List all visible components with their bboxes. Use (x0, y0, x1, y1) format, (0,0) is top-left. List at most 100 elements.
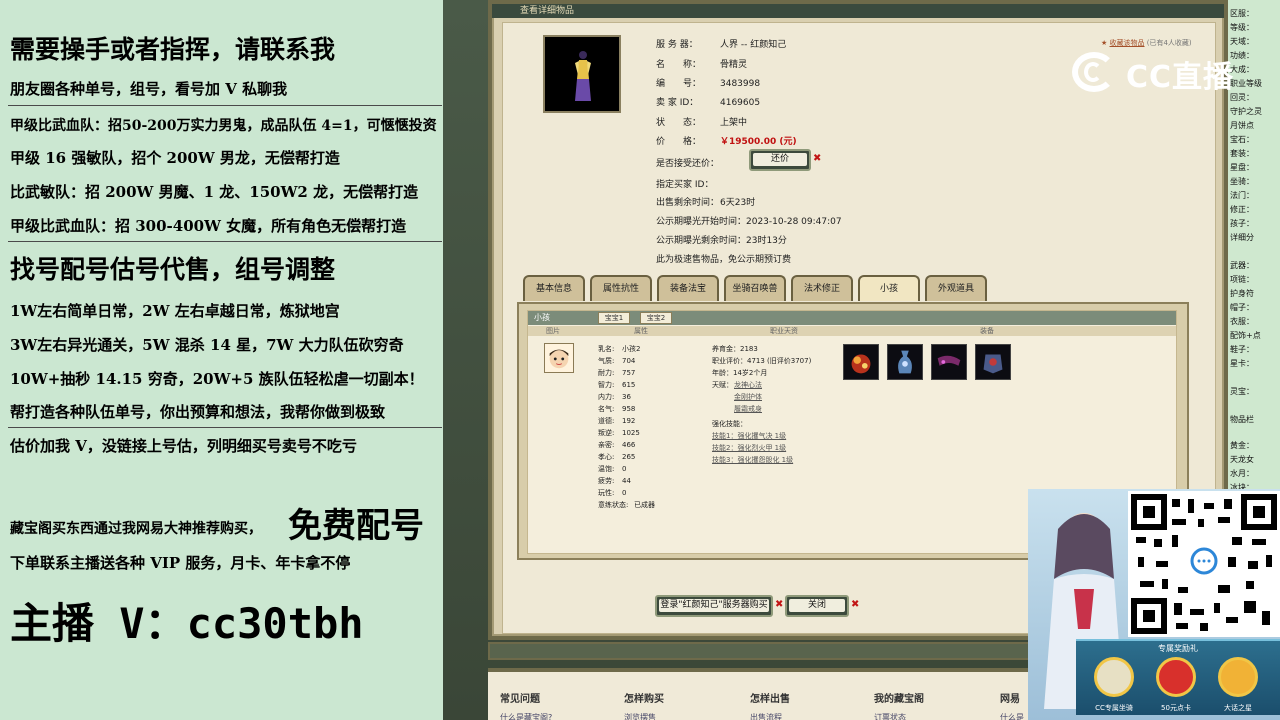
info-line: 甲级比武血队：招50-200万实力男鬼，成品队伍 4=1，可惬惬投资 (10, 118, 437, 134)
info-line: 藏宝阁买东西通过我网易大神推荐购买， (10, 521, 262, 537)
child-stat: 内力: 36 (598, 393, 631, 401)
child-stat: 孝心: 265 (598, 453, 636, 461)
info-seller: 卖 家 ID： 4169605 (656, 98, 761, 108)
sidebar-label: 区服： (1230, 9, 1254, 18)
tab-basic-info[interactable]: 基本信息 (523, 275, 585, 301)
divider (8, 105, 442, 106)
sidebar-label: 星卡： (1230, 359, 1254, 368)
child-stat: 智力: 615 (598, 381, 636, 389)
reward-star-icon (1218, 657, 1258, 697)
sidebar-label: 月饼点 (1230, 121, 1254, 130)
cc-live-logo: CC直播 (1072, 46, 1242, 95)
child-stat: 温饱: 0 (598, 465, 627, 473)
sidebar-label: 修正： (1230, 205, 1254, 214)
info-line: 估价加我 V，没链接上号估，列明细买号卖号不吃亏 (10, 437, 357, 455)
footer-link[interactable]: 什么是藏宝阁? (500, 712, 552, 720)
tab-appearance[interactable]: 外观道具 (925, 275, 987, 301)
info-line: 甲级 16 强敏队，招个 200W 男龙，无偿帮打造 (10, 149, 340, 167)
remain-time: 出售剩余时间：6天23时 (656, 198, 756, 208)
qr-code[interactable] (1128, 491, 1280, 637)
close-button[interactable]: 关闭 (785, 595, 849, 617)
sidebar-label: 帽子： (1230, 303, 1254, 312)
child-stat: 疲劳: 44 (598, 477, 631, 485)
headline-services: 找号配号估号代售，组号调整 (10, 255, 336, 284)
equipment-slot[interactable] (975, 344, 1011, 380)
streamer-info-panel: 需要操手或者指挥，请联系我 朋友圈各种单号，组号，看号加 V 私聊我 甲级比武血… (0, 0, 443, 720)
info-line: 帮打造各种队伍单号，你出预算和想法，我帮你做到极致 (10, 403, 386, 421)
counter-offer-button[interactable]: 还价 (749, 149, 811, 171)
child-stat: 玩性: 0 (598, 489, 627, 497)
child-career: 职业评价：4713 (旧评价3707) (712, 357, 812, 365)
child-portrait (544, 343, 574, 373)
item-avatar (543, 35, 621, 113)
info-line: 比武敏队：招 200W 男魔、1 龙、150W2 龙，无偿帮打造 (10, 183, 419, 201)
info-line: 3W左右异光通关，5W 混杀 14 星，7W 大力队伍砍穷奇 (10, 336, 404, 354)
equipment-slot[interactable] (887, 344, 923, 380)
info-line: 10W+抽秒 14.15 穷奇，20W+5 族队伍轻松虐一切副本！ (10, 370, 424, 388)
child-face-icon (549, 349, 569, 369)
equipment-slot[interactable] (843, 344, 879, 380)
talent-link[interactable]: 龙神心法 (734, 380, 762, 390)
equipment-flame-icon (851, 354, 871, 374)
footer-how-buy[interactable]: 怎样购买 (624, 690, 664, 705)
reward-label: CC专属坐骑 (1095, 704, 1133, 712)
child-stat: 乳名: 小孩2 (598, 345, 641, 353)
promo-title: 专属奖励礼 (1158, 644, 1198, 653)
subtab-baby2[interactable]: 宝宝2 (640, 312, 672, 324)
child-stat: 叛逆: 1025 (598, 429, 640, 437)
enhance-link[interactable]: 技能1：强化攫气决 1级 (712, 431, 786, 441)
promo-overlay[interactable]: 专属奖励礼 CC专属坐骑 50元点卡 大话之星 (1028, 489, 1280, 720)
footer-how-sell[interactable]: 怎样出售 (750, 690, 790, 705)
close-icon: ✖ (775, 599, 784, 610)
tab-mounts[interactable]: 坐骑召唤兽 (724, 275, 786, 301)
reward-label: 大话之星 (1224, 704, 1252, 712)
sidebar-label: 物品栏 (1230, 415, 1254, 424)
promo-reward-bar: 专属奖励礼 CC专属坐骑 50元点卡 大话之星 (1076, 639, 1280, 715)
sidebar-label: 水月： (1230, 469, 1254, 478)
buyer-id-label: 指定买家 ID： (656, 180, 714, 190)
sidebar-label: 灵宝： (1230, 387, 1254, 396)
enhance-link[interactable]: 技能3：强化攫怨骰化 1级 (712, 455, 793, 465)
close-icon: ✖ (851, 599, 860, 610)
child-talent-label: 天赋： (712, 381, 733, 389)
tab-child[interactable]: 小孩 (858, 275, 920, 301)
footer-netease[interactable]: 网易 (1000, 690, 1020, 705)
talent-link[interactable]: 履霜戒身 (734, 404, 762, 414)
info-line: 1W左右简单日常，2W 左右卓越日常，炼狱地宫 (10, 302, 340, 320)
subtab-baby1[interactable]: 宝宝1 (598, 312, 630, 324)
footer-link[interactable]: 浏览摆售 (624, 712, 656, 720)
headline-contact: 需要操手或者指挥，请联系我 (10, 35, 336, 64)
footer-faq[interactable]: 常见问题 (500, 690, 540, 705)
footer-link[interactable]: 订票状态 (874, 712, 906, 720)
child-stat: 亲密: 466 (598, 441, 636, 449)
tab-equipment[interactable]: 装备法宝 (657, 275, 719, 301)
close-icon: ✖ (813, 153, 822, 164)
footer-link[interactable]: 出售流程 (750, 712, 782, 720)
divider (8, 241, 442, 242)
divider (8, 427, 442, 428)
public-remain-time: 公示期曝光剩余时间：23时13分 (656, 236, 787, 246)
footer-link[interactable]: 什么是 (1000, 712, 1024, 720)
sidebar-label: 项链： (1230, 275, 1254, 284)
equipment-slot[interactable] (931, 344, 967, 380)
footer-my-cbg[interactable]: 我的藏宝阁 (874, 690, 924, 705)
child-stat: 道德: 192 (598, 417, 636, 425)
enhance-link[interactable]: 技能2：强化烈火甲 1级 (712, 443, 786, 453)
sidebar-label: 配饰+点 (1230, 331, 1261, 340)
equipment-vase-icon (898, 350, 912, 374)
sidebar-label: 等级： (1230, 23, 1254, 32)
sidebar-label: 武器： (1230, 261, 1254, 270)
tab-attributes[interactable]: 属性抗性 (590, 275, 652, 301)
reward-mount-icon (1094, 657, 1134, 697)
sidebar-label: 黄金： (1230, 441, 1254, 450)
info-id: 编 号： 3483998 (656, 79, 761, 89)
talent-link[interactable]: 金刚护体 (734, 392, 762, 402)
fast-sale-note: 此为极速售物品，免公示期预订费 (656, 255, 792, 265)
tab-spells[interactable]: 法术修正 (791, 275, 853, 301)
sidebar-label: 守护之灵 (1230, 107, 1262, 116)
sidebar-label: 孩子： (1230, 219, 1254, 228)
info-status: 状 态： 上架中 (656, 118, 748, 128)
buy-on-server-button[interactable]: 登录"红颜知己"服务器购买 (655, 595, 773, 617)
equipment-armor-icon (983, 354, 1003, 374)
sidebar-label: 详细分 (1230, 233, 1254, 242)
